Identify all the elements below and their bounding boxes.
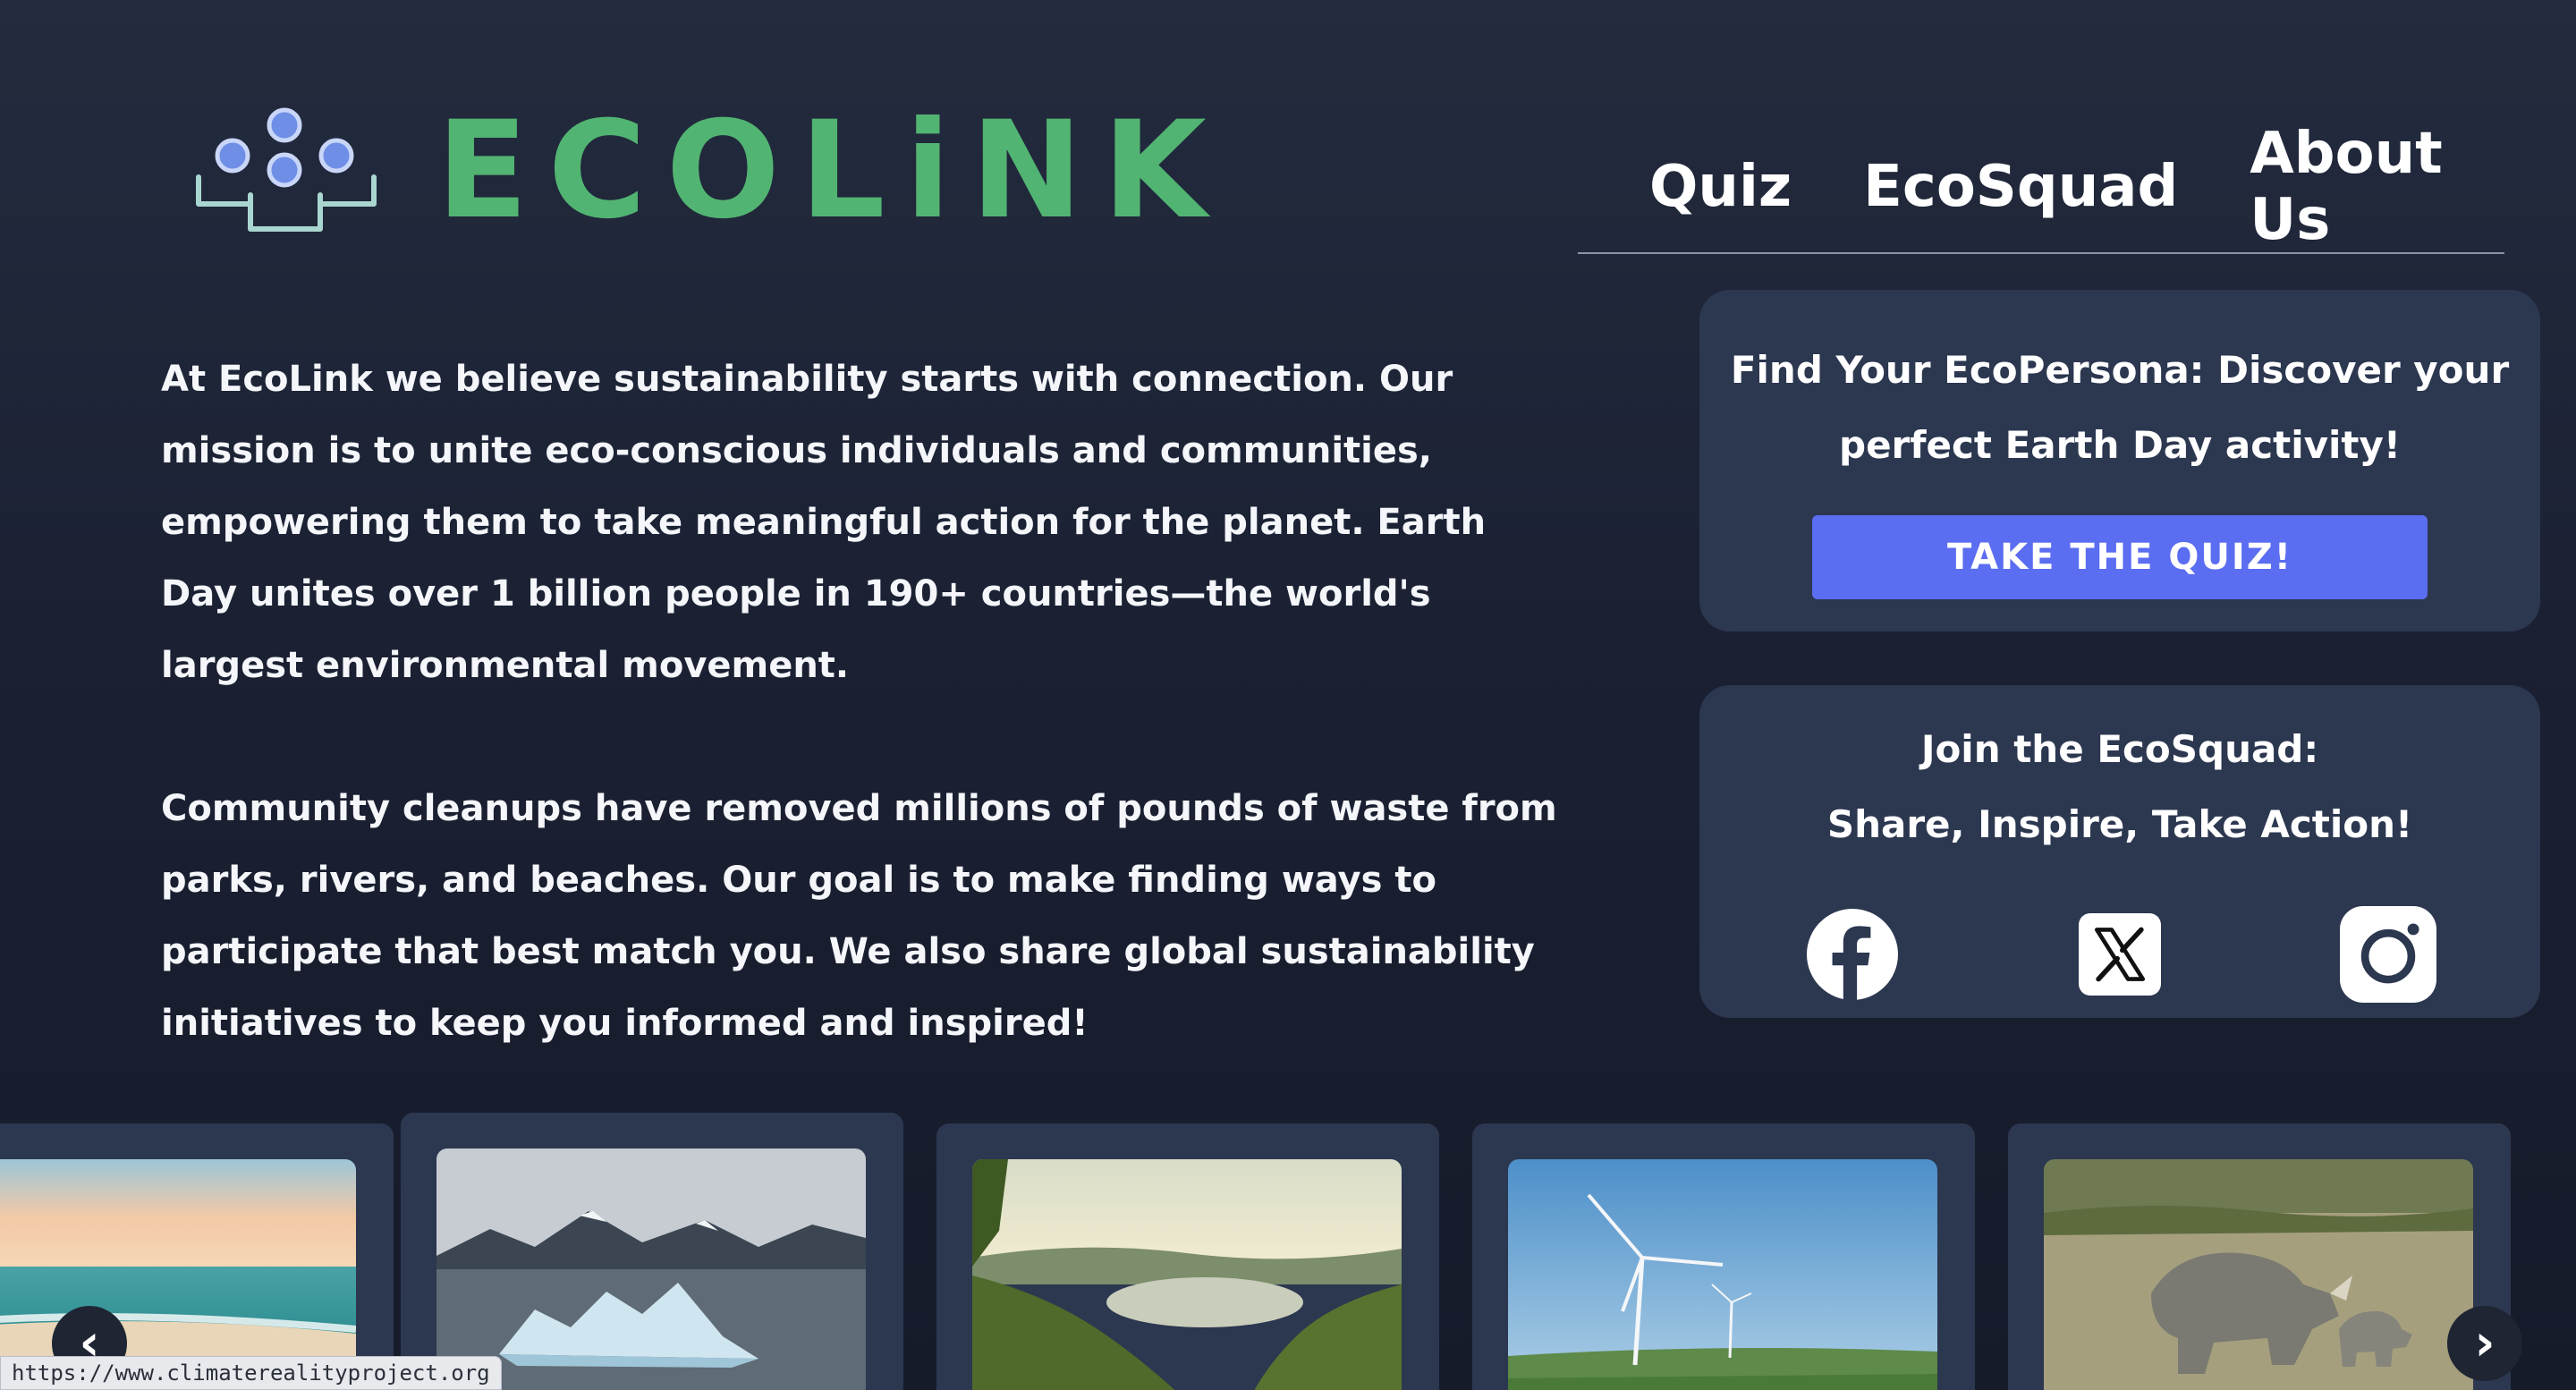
nav-ecosquad[interactable]: EcoSquad [1863, 154, 2178, 220]
people-connection-icon [196, 107, 377, 232]
ecosquad-title-line-2: Share, Inspire, Take Action! [1826, 802, 2413, 846]
carousel-slide[interactable] [1472, 1123, 1975, 1390]
take-quiz-button[interactable]: TAKE THE QUIZ! [1812, 515, 2428, 599]
carousel-slide[interactable] [2008, 1123, 2511, 1390]
intro-section: At EcoLink we believe sustainability sta… [161, 343, 1574, 1059]
wind-turbines-image [1508, 1159, 1937, 1390]
rhinos-image [2044, 1159, 2473, 1390]
carousel-slide[interactable] [936, 1123, 1439, 1390]
brand-wordmark: ECOLiNK [436, 93, 1226, 249]
carousel-next-button[interactable]: › [2447, 1306, 2522, 1381]
image-carousel [0, 1111, 2576, 1390]
social-links [1699, 906, 2540, 1025]
link-preview-status: https://www.climaterealityproject.org [0, 1356, 502, 1390]
quiz-card-text-line-1: Find Your EcoPersona: Discover your [1730, 348, 2510, 392]
intro-paragraph-mission: At EcoLink we believe sustainability sta… [161, 359, 1487, 686]
intro-paragraph-community: Community cleanups have removed millions… [161, 788, 1557, 1044]
ecosquad-card: Join the EcoSquad: Share, Inspire, Take … [1699, 685, 2540, 1018]
brand-logo[interactable]: ECOLiNK [195, 104, 1226, 238]
instagram-icon[interactable] [2340, 906, 2436, 1003]
nav-quiz[interactable]: Quiz [1649, 154, 1792, 220]
iceberg-image [436, 1148, 866, 1390]
main-nav: Quiz EcoSquad About Us [1578, 121, 2504, 254]
quiz-card: Find Your EcoPersona: Discover your perf… [1699, 290, 2540, 631]
quiz-card-text-line-2: perfect Earth Day activity! [1839, 423, 2401, 467]
carousel-slide[interactable] [401, 1113, 903, 1390]
ecosquad-title-line-1: Join the EcoSquad: [1920, 727, 2319, 771]
nav-about-us[interactable]: About Us [2250, 121, 2469, 253]
x-twitter-icon[interactable] [2079, 913, 2161, 996]
facebook-icon[interactable] [1807, 909, 1898, 1000]
forest-river-image [972, 1159, 1402, 1390]
